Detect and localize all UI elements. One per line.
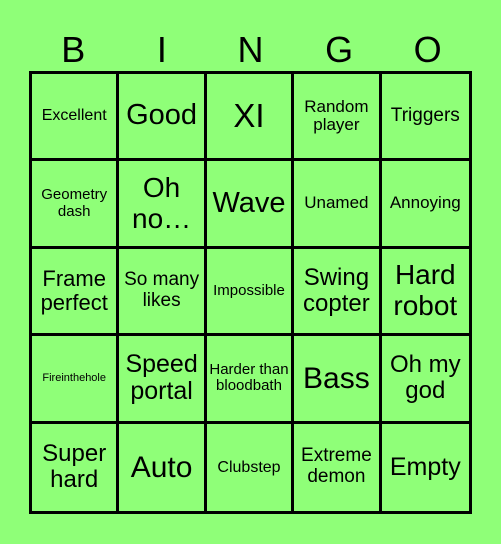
bingo-cell[interactable]: Annoying xyxy=(381,161,469,249)
bingo-cell[interactable]: Fireinthehole xyxy=(32,336,120,424)
header-letter-b: B xyxy=(61,29,86,70)
bingo-cell[interactable]: Impossible xyxy=(206,248,295,337)
bingo-cell[interactable]: Good xyxy=(119,74,207,162)
bingo-cell[interactable]: XI xyxy=(206,74,295,162)
bingo-cell[interactable]: Oh my god xyxy=(381,336,469,424)
header-letter-n: N xyxy=(237,29,264,70)
bingo-cell[interactable]: Bass xyxy=(294,336,382,424)
bingo-cell[interactable]: Harder than bloodbath xyxy=(206,336,295,424)
bingo-cell[interactable]: Extreme demon xyxy=(294,423,382,511)
bingo-cell[interactable]: Super hard xyxy=(32,423,120,511)
header-letter-g: G xyxy=(325,29,354,70)
header-letter-o: O xyxy=(413,29,442,70)
bingo-cell[interactable]: Clubstep xyxy=(207,423,295,511)
header-letter-i: I xyxy=(156,29,167,70)
bingo-header: B I N G O xyxy=(29,30,472,70)
bingo-cell[interactable]: Hard robot xyxy=(381,249,469,337)
bingo-cell[interactable]: Excellent xyxy=(32,74,120,162)
bingo-cell[interactable]: So many likes xyxy=(119,248,207,337)
bingo-cell[interactable]: Auto xyxy=(119,423,207,511)
bingo-cell[interactable]: Unamed xyxy=(294,161,382,249)
bingo-cell[interactable]: Speed portal xyxy=(119,336,207,424)
bingo-board: Excellent Good XI Random player Triggers… xyxy=(29,71,472,514)
bingo-cell[interactable]: Frame perfect xyxy=(32,248,120,337)
bingo-cell[interactable]: Wave xyxy=(206,161,295,249)
bingo-cell[interactable]: Triggers xyxy=(381,74,469,162)
bingo-cell[interactable]: Empty xyxy=(382,424,469,511)
bingo-cell[interactable]: Random player xyxy=(294,74,382,162)
bingo-cell[interactable]: Geometry dash xyxy=(32,161,120,249)
bingo-cell[interactable]: Swing copter xyxy=(294,248,382,337)
bingo-cell[interactable]: Oh no… xyxy=(119,161,207,249)
